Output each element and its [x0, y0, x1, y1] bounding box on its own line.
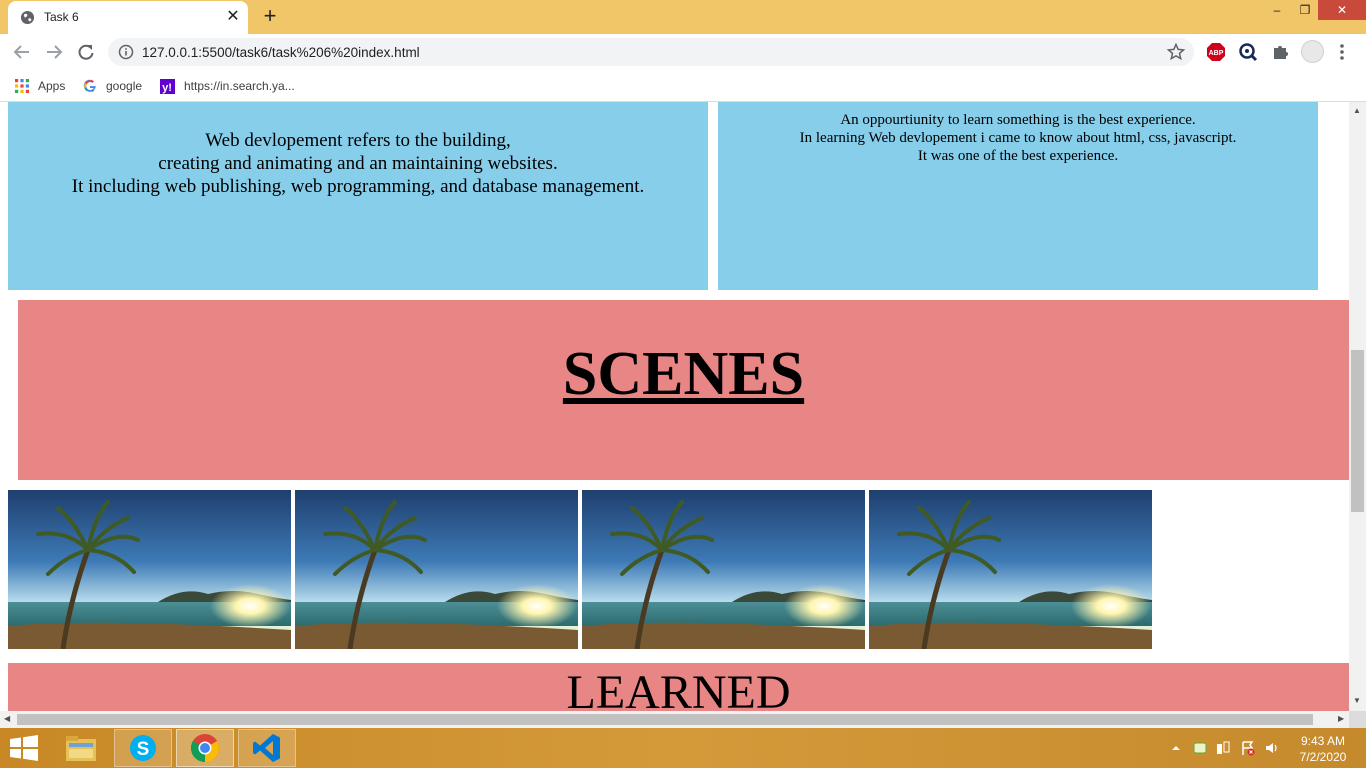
scroll-down-arrow-icon[interactable]: ▼	[1353, 696, 1361, 705]
back-arrow-icon[interactable]	[10, 41, 34, 63]
tab-strip: Task 6 ✕ + – ❐ ✕	[0, 0, 1366, 34]
experience-line: An oppourtiunity to learn something is t…	[840, 112, 1196, 128]
learned-banner: LEARNED	[8, 663, 1349, 711]
puzzle-icon[interactable]	[1270, 42, 1290, 62]
scroll-up-arrow-icon[interactable]: ▲	[1353, 106, 1361, 115]
kebab-menu-icon[interactable]	[1334, 42, 1350, 62]
page-viewport: Web devlopement refers to the building, …	[0, 102, 1349, 711]
scroll-left-arrow-icon[interactable]: ◀	[4, 714, 10, 723]
intro-panel: Web devlopement refers to the building, …	[8, 102, 708, 290]
adblock-plus-icon[interactable]: ABP	[1206, 42, 1226, 62]
vscode-icon	[253, 734, 280, 762]
palm-beach-sunset-image	[8, 490, 291, 649]
skype-button[interactable]: S	[114, 729, 172, 767]
horizontal-scrollbar[interactable]: ◀ ▶	[0, 711, 1349, 728]
bookmark-yahoo[interactable]: y! https://in.search.ya...	[160, 76, 310, 96]
scenes-heading: SCENES	[562, 340, 805, 408]
svg-text:ABP: ABP	[1209, 50, 1224, 57]
palm-beach-sunset-image	[582, 490, 865, 649]
browser-tab[interactable]: Task 6 ✕	[8, 1, 248, 34]
scene-image-art	[8, 490, 291, 649]
bookmark-star-icon[interactable]	[1166, 42, 1186, 62]
learned-heading: LEARNED	[566, 666, 791, 711]
bookmark-label: Apps	[38, 79, 66, 93]
scene-image-art	[582, 490, 865, 649]
scenes-banner: SCENES	[18, 300, 1349, 480]
bookmark-google[interactable]: google	[82, 76, 162, 96]
url-text[interactable]: 127.0.0.1:5500/task6/task%206%20index.ht…	[142, 45, 420, 60]
scroll-right-arrow-icon[interactable]: ▶	[1338, 714, 1344, 723]
vertical-scroll-thumb[interactable]	[1351, 350, 1364, 512]
volume-icon[interactable]	[1264, 740, 1280, 756]
palm-beach-sunset-image	[869, 490, 1152, 649]
experience-line: It was one of the best experience.	[917, 148, 1119, 164]
clock-date: 7/2/2020	[1299, 750, 1347, 764]
svg-text:y!: y!	[162, 82, 172, 94]
address-bar[interactable]: 127.0.0.1:5500/task6/task%206%20index.ht…	[108, 38, 1194, 66]
experience-panel: An oppourtiunity to learn something is t…	[718, 102, 1318, 290]
window-close-button[interactable]: ✕	[1318, 0, 1366, 20]
vertical-scrollbar[interactable]: ▲ ▼	[1349, 102, 1366, 711]
skype-icon: S	[130, 735, 156, 761]
minimize-button[interactable]: –	[1262, 0, 1292, 20]
show-hidden-icons-icon[interactable]	[1168, 740, 1184, 756]
browser-toolbar: 127.0.0.1:5500/task6/task%206%20index.ht…	[0, 34, 1366, 70]
intro-line: Web devlopement refers to the building,	[205, 130, 511, 151]
bookmarks-bar: Apps google y! https://in.search.ya...	[0, 70, 1366, 102]
clock-time: 9:43 AM	[1300, 734, 1346, 748]
network-icon[interactable]	[1215, 740, 1231, 756]
palm-beach-sunset-image	[295, 490, 578, 649]
system-clock[interactable]: 9:43 AM 7/2/2020	[1290, 733, 1356, 765]
chrome-button[interactable]	[176, 729, 234, 767]
windows-taskbar: S 9:43 AM 7/2/2020	[0, 728, 1366, 768]
bookmark-apps[interactable]: Apps	[14, 76, 74, 96]
file-explorer-icon	[66, 736, 96, 761]
tab-close-icon[interactable]: ✕	[224, 8, 242, 26]
chrome-icon	[191, 734, 219, 762]
google-icon	[83, 79, 96, 93]
apps-grid-icon	[15, 79, 29, 93]
scene-image-art	[295, 490, 578, 649]
file-explorer-button[interactable]	[52, 729, 110, 767]
bookmark-label: google	[106, 79, 143, 93]
windows-start-icon[interactable]	[8, 735, 40, 761]
tray-app-icon[interactable]	[1192, 740, 1208, 756]
forward-arrow-icon[interactable]	[42, 41, 66, 63]
lens-icon[interactable]	[1238, 42, 1258, 62]
vscode-button[interactable]	[238, 729, 296, 767]
scrollbar-corner	[1349, 711, 1366, 728]
svg-text:S: S	[137, 739, 150, 760]
reload-icon[interactable]	[74, 41, 98, 63]
experience-line: In learning Web devlopement i came to kn…	[799, 130, 1237, 146]
restore-button[interactable]: ❐	[1290, 0, 1320, 20]
tab-title: Task 6	[44, 10, 79, 24]
globe-icon	[20, 10, 35, 25]
profile-avatar[interactable]	[1301, 40, 1324, 63]
intro-line: It including web publishing, web program…	[71, 176, 645, 197]
site-info-icon[interactable]	[118, 44, 134, 60]
bookmark-label: https://in.search.ya...	[184, 79, 295, 93]
yahoo-icon: y!	[160, 79, 175, 94]
new-tab-button[interactable]: +	[258, 5, 282, 29]
horizontal-scroll-thumb[interactable]	[17, 714, 1313, 725]
scene-image-art	[869, 490, 1152, 649]
intro-line: creating and animating and an maintainin…	[158, 153, 558, 174]
action-center-flag-icon[interactable]	[1240, 740, 1256, 756]
